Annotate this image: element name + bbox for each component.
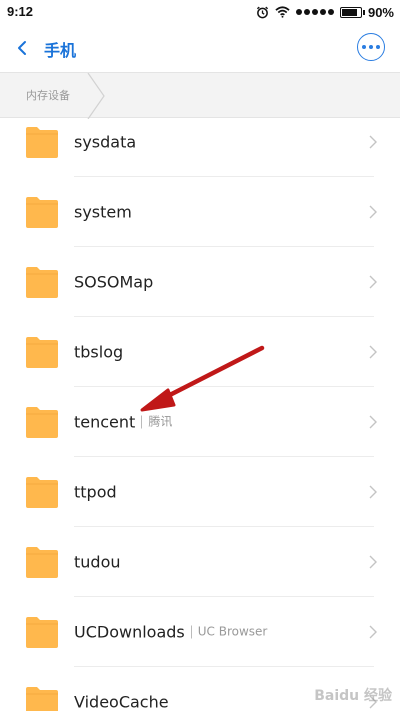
more-options-button[interactable] (357, 33, 385, 61)
folder-row[interactable]: tencent 腾讯 (0, 387, 400, 457)
folder-icon (26, 267, 58, 298)
folder-name: tbslog (74, 342, 124, 362)
folder-name: sysdata (74, 132, 137, 152)
folder-label: tencent 腾讯 (74, 413, 172, 432)
app-header: 手机 (0, 24, 400, 72)
folder-label: SOSOMap (74, 273, 153, 292)
chevron-right-icon (369, 135, 377, 149)
folder-name: system (74, 202, 132, 222)
folder-row[interactable]: tudou (0, 527, 400, 597)
folder-row[interactable]: system (0, 177, 400, 247)
folder-label: tudou (74, 553, 121, 572)
folder-alias: UC Browser (190, 625, 267, 639)
folder-icon (26, 687, 58, 711)
folder-list: sysdata system SOSOMap tbslog tencent 腾讯 ttpod… (0, 118, 400, 711)
folder-row[interactable]: SOSOMap (0, 247, 400, 317)
folder-icon (26, 477, 58, 508)
status-bar: 9:12 90% (0, 0, 400, 24)
folder-alias: 腾讯 (141, 415, 172, 429)
status-icons: 90% (256, 3, 394, 21)
folder-icon (26, 407, 58, 438)
folder-label: tbslog (74, 343, 123, 362)
folder-icon (26, 127, 58, 158)
folder-icon (26, 337, 58, 368)
folder-name: SOSOMap (74, 272, 154, 292)
breadcrumb-item-internal-storage[interactable]: 内存设备 (26, 87, 70, 103)
status-time: 9:12 (7, 4, 34, 19)
chevron-right-icon (369, 485, 377, 499)
folder-icon (26, 617, 58, 648)
folder-name: VideoCache (74, 692, 169, 711)
wifi-icon (275, 6, 290, 18)
chevron-right-icon (369, 625, 377, 639)
folder-label: sysdata (74, 133, 136, 152)
folder-label: ttpod (74, 483, 117, 502)
chevron-right-icon (369, 555, 377, 569)
chevron-right-icon (369, 415, 377, 429)
folder-name: tudou (74, 552, 121, 572)
chevron-left-icon[interactable] (14, 38, 32, 58)
battery-icon (339, 6, 365, 18)
page-title: 手机 (44, 41, 77, 60)
battery-percentage: 90% (367, 4, 394, 20)
folder-icon (26, 197, 58, 228)
folder-row[interactable]: ttpod (0, 457, 400, 527)
chevron-right-icon (369, 205, 377, 219)
chevron-right-icon (369, 275, 377, 289)
folder-name: ttpod (74, 482, 117, 502)
folder-row[interactable]: UCDownloads UC Browser (0, 597, 400, 667)
folder-name: tencent (74, 412, 136, 432)
alarm-icon (256, 6, 269, 18)
folder-name: UCDownloads (74, 622, 185, 642)
more-dots-icon (362, 45, 366, 49)
folder-row[interactable]: sysdata (0, 118, 400, 177)
folder-row[interactable]: tbslog (0, 317, 400, 387)
chevron-right-icon (369, 345, 377, 359)
folder-label: UCDownloads UC Browser (74, 623, 267, 642)
watermark: Baidu 经验 (314, 688, 392, 704)
folder-label: VideoCache (74, 693, 169, 711)
breadcrumb: 内存设备 (0, 72, 400, 119)
breadcrumb-separator-icon (87, 73, 105, 119)
folder-label: system (74, 203, 132, 222)
folder-icon (26, 547, 58, 578)
signal-icon (295, 9, 334, 15)
